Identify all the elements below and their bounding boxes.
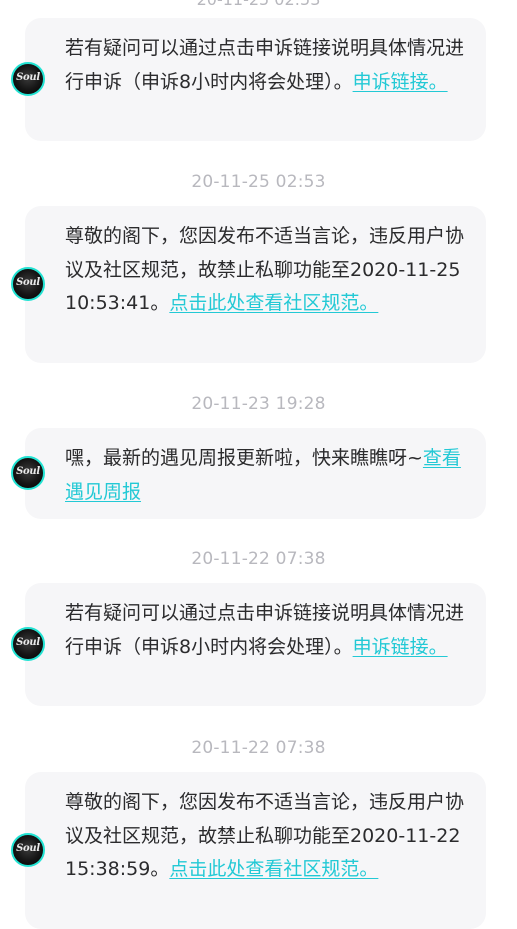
message-text: 嘿，最新的遇见周报更新啦，快来瞧瞧呀~查看遇见周报 (65, 447, 461, 503)
appeal-link[interactable]: 申诉链接。 (353, 71, 448, 93)
avatar[interactable]: Soul (11, 62, 45, 96)
message-text: 若有疑问可以通过点击申诉链接说明具体情况进行申诉（申诉8小时内将会处理）。申诉链… (65, 37, 465, 93)
soul-logo: Soul (16, 637, 40, 648)
community-rules-link[interactable]: 点击此处查看社区规范。 (169, 292, 378, 314)
timestamp: 20-11-23 19:28 (191, 394, 326, 414)
appeal-link[interactable]: 申诉链接。 (353, 636, 448, 658)
avatar[interactable]: Soul (11, 627, 45, 661)
soul-logo: Soul (16, 72, 40, 83)
timestamp-top-partial: 20-11-25 02:53 (0, 0, 517, 10)
avatar[interactable]: Soul (11, 456, 45, 490)
message-bubble: 尊敬的阁下，您因发布不适当言论，违反用户协议及社区规范，故禁止私聊功能至2020… (25, 772, 486, 929)
message-bubble: 若有疑问可以通过点击申诉链接说明具体情况进行申诉（申诉8小时内将会处理）。申诉链… (25, 583, 486, 706)
message-text: 尊敬的阁下，您因发布不适当言论，违反用户协议及社区规范，故禁止私聊功能至2020… (65, 791, 465, 880)
message-bubble: 尊敬的阁下，您因发布不适当言论，违反用户协议及社区规范，故禁止私聊功能至2020… (25, 206, 486, 363)
message-bubble: 嘿，最新的遇见周报更新啦，快来瞧瞧呀~查看遇见周报 (25, 428, 486, 519)
soul-logo: Soul (16, 277, 40, 288)
message-text: 尊敬的阁下，您因发布不适当言论，违反用户协议及社区规范，故禁止私聊功能至2020… (65, 225, 465, 314)
timestamp: 20-11-22 07:38 (191, 738, 326, 758)
timestamp: 20-11-25 02:53 (191, 172, 326, 192)
soul-logo: Soul (16, 843, 40, 854)
avatar[interactable]: Soul (11, 267, 45, 301)
timestamp: 20-11-22 07:38 (191, 549, 326, 569)
community-rules-link[interactable]: 点击此处查看社区规范。 (169, 858, 378, 880)
soul-logo: Soul (16, 466, 40, 477)
message-bubble: 若有疑问可以通过点击申诉链接说明具体情况进行申诉（申诉8小时内将会处理）。申诉链… (25, 18, 486, 141)
avatar[interactable]: Soul (11, 833, 45, 867)
message-text: 若有疑问可以通过点击申诉链接说明具体情况进行申诉（申诉8小时内将会处理）。申诉链… (65, 602, 465, 658)
